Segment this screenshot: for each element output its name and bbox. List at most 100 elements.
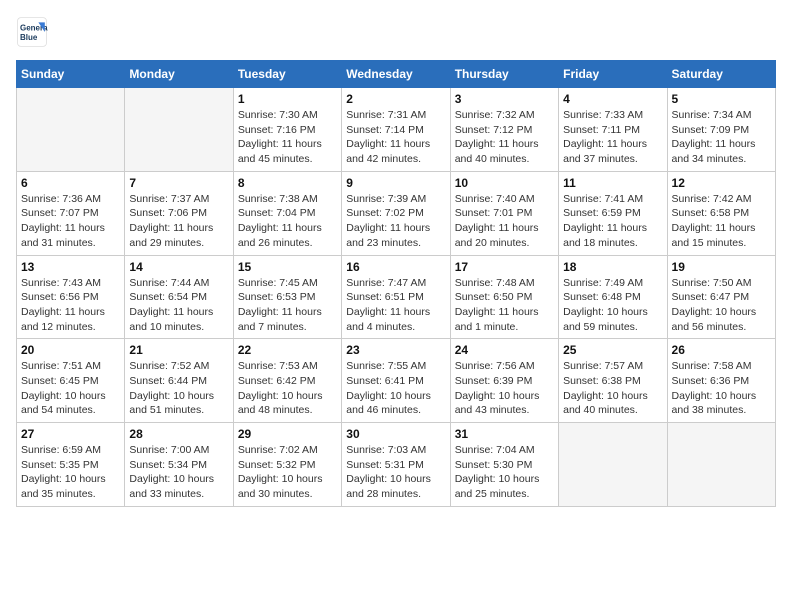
day-info: Sunrise: 7:48 AM Sunset: 6:50 PM Dayligh… [455, 276, 554, 335]
calendar-cell: 27Sunrise: 6:59 AM Sunset: 5:35 PM Dayli… [17, 423, 125, 507]
day-number: 7 [129, 176, 228, 190]
day-info: Sunrise: 7:03 AM Sunset: 5:31 PM Dayligh… [346, 443, 445, 502]
week-row-1: 1 Sunrise: 7:30 AM Sunset: 7:16 PM Daylig… [17, 88, 776, 172]
day-info: Sunrise: 7:47 AM Sunset: 6:51 PM Dayligh… [346, 276, 445, 335]
calendar-cell: 30Sunrise: 7:03 AM Sunset: 5:31 PM Dayli… [342, 423, 450, 507]
day-header-saturday: Saturday [667, 61, 775, 88]
day-info: Sunrise: 7:55 AM Sunset: 6:41 PM Dayligh… [346, 359, 445, 418]
day-number: 29 [238, 427, 337, 441]
day-number: 31 [455, 427, 554, 441]
calendar-header-row: SundayMondayTuesdayWednesdayThursdayFrid… [17, 61, 776, 88]
calendar-cell: 22 Sunrise: 7:53 AM Sunset: 6:42 PM Dayli… [233, 339, 341, 423]
day-number: 22 [238, 343, 337, 357]
calendar-cell: 17 Sunrise: 7:48 AM Sunset: 6:50 PM Dayli… [450, 255, 558, 339]
day-number: 14 [129, 260, 228, 274]
day-number: 10 [455, 176, 554, 190]
day-info: Sunrise: 7:43 AM Sunset: 6:56 PM Dayligh… [21, 276, 120, 335]
calendar-cell: 21 Sunrise: 7:52 AM Sunset: 6:44 PM Dayli… [125, 339, 233, 423]
day-number: 19 [672, 260, 771, 274]
day-number: 27 [21, 427, 120, 441]
calendar-cell: 28 Sunrise: 7:00 AM Sunset: 5:34 PM Dayli… [125, 423, 233, 507]
day-info: Sunrise: 7:31 AM Sunset: 7:14 PM Dayligh… [346, 108, 445, 167]
day-info: Sunrise: 7:39 AM Sunset: 7:02 PM Dayligh… [346, 192, 445, 251]
day-info: Sunrise: 7:33 AM Sunset: 7:11 PM Dayligh… [563, 108, 662, 167]
day-info: Sunrise: 7:32 AM Sunset: 7:12 PM Dayligh… [455, 108, 554, 167]
day-number: 6 [21, 176, 120, 190]
svg-text:Blue: Blue [20, 33, 38, 42]
calendar-cell: 5 Sunrise: 7:34 AM Sunset: 7:09 PM Daylig… [667, 88, 775, 172]
logo: General Blue [16, 16, 48, 48]
calendar-cell: 10Sunrise: 7:40 AM Sunset: 7:01 PM Dayli… [450, 171, 558, 255]
calendar-cell: 24 Sunrise: 7:56 AM Sunset: 6:39 PM Dayli… [450, 339, 558, 423]
day-info: Sunrise: 7:53 AM Sunset: 6:42 PM Dayligh… [238, 359, 337, 418]
day-info: Sunrise: 7:34 AM Sunset: 7:09 PM Dayligh… [672, 108, 771, 167]
day-header-monday: Monday [125, 61, 233, 88]
calendar-cell: 19Sunrise: 7:50 AM Sunset: 6:47 PM Dayli… [667, 255, 775, 339]
calendar-cell: 4Sunrise: 7:33 AM Sunset: 7:11 PM Daylig… [559, 88, 667, 172]
day-number: 11 [563, 176, 662, 190]
calendar-cell: 23Sunrise: 7:55 AM Sunset: 6:41 PM Dayli… [342, 339, 450, 423]
day-info: Sunrise: 7:04 AM Sunset: 5:30 PM Dayligh… [455, 443, 554, 502]
calendar-cell: 11 Sunrise: 7:41 AM Sunset: 6:59 PM Dayli… [559, 171, 667, 255]
calendar-cell: 8 Sunrise: 7:38 AM Sunset: 7:04 PM Daylig… [233, 171, 341, 255]
day-number: 12 [672, 176, 771, 190]
day-info: Sunrise: 7:56 AM Sunset: 6:39 PM Dayligh… [455, 359, 554, 418]
calendar-cell: 6 Sunrise: 7:36 AM Sunset: 7:07 PM Daylig… [17, 171, 125, 255]
calendar-cell: 29 Sunrise: 7:02 AM Sunset: 5:32 PM Dayli… [233, 423, 341, 507]
calendar-cell: 14 Sunrise: 7:44 AM Sunset: 6:54 PM Dayli… [125, 255, 233, 339]
day-info: Sunrise: 7:38 AM Sunset: 7:04 PM Dayligh… [238, 192, 337, 251]
logo-icon: General Blue [16, 16, 48, 48]
day-info: Sunrise: 7:37 AM Sunset: 7:06 PM Dayligh… [129, 192, 228, 251]
day-number: 5 [672, 92, 771, 106]
day-number: 21 [129, 343, 228, 357]
calendar-cell [125, 88, 233, 172]
day-number: 18 [563, 260, 662, 274]
calendar-cell: 16 Sunrise: 7:47 AM Sunset: 6:51 PM Dayli… [342, 255, 450, 339]
day-info: Sunrise: 7:36 AM Sunset: 7:07 PM Dayligh… [21, 192, 120, 251]
day-number: 3 [455, 92, 554, 106]
calendar-cell [17, 88, 125, 172]
calendar-cell: 9 Sunrise: 7:39 AM Sunset: 7:02 PM Daylig… [342, 171, 450, 255]
day-number: 2 [346, 92, 445, 106]
day-info: Sunrise: 7:51 AM Sunset: 6:45 PM Dayligh… [21, 359, 120, 418]
day-number: 13 [21, 260, 120, 274]
week-row-2: 6 Sunrise: 7:36 AM Sunset: 7:07 PM Daylig… [17, 171, 776, 255]
day-info: Sunrise: 7:41 AM Sunset: 6:59 PM Dayligh… [563, 192, 662, 251]
day-info: Sunrise: 7:30 AM Sunset: 7:16 PM Dayligh… [238, 108, 337, 167]
day-info: Sunrise: 7:52 AM Sunset: 6:44 PM Dayligh… [129, 359, 228, 418]
day-info: Sunrise: 7:02 AM Sunset: 5:32 PM Dayligh… [238, 443, 337, 502]
day-info: Sunrise: 7:42 AM Sunset: 6:58 PM Dayligh… [672, 192, 771, 251]
day-number: 9 [346, 176, 445, 190]
day-info: Sunrise: 7:44 AM Sunset: 6:54 PM Dayligh… [129, 276, 228, 335]
calendar-cell: 13 Sunrise: 7:43 AM Sunset: 6:56 PM Dayli… [17, 255, 125, 339]
calendar-cell: 25 Sunrise: 7:57 AM Sunset: 6:38 PM Dayli… [559, 339, 667, 423]
calendar-cell: 2 Sunrise: 7:31 AM Sunset: 7:14 PM Daylig… [342, 88, 450, 172]
calendar-cell: 18 Sunrise: 7:49 AM Sunset: 6:48 PM Dayli… [559, 255, 667, 339]
calendar-cell: 26Sunrise: 7:58 AM Sunset: 6:36 PM Dayli… [667, 339, 775, 423]
day-info: Sunrise: 7:49 AM Sunset: 6:48 PM Dayligh… [563, 276, 662, 335]
day-info: Sunrise: 7:57 AM Sunset: 6:38 PM Dayligh… [563, 359, 662, 418]
calendar-cell [667, 423, 775, 507]
calendar-table: SundayMondayTuesdayWednesdayThursdayFrid… [16, 60, 776, 507]
calendar-cell: 31 Sunrise: 7:04 AM Sunset: 5:30 PM Dayli… [450, 423, 558, 507]
calendar-cell [559, 423, 667, 507]
day-number: 24 [455, 343, 554, 357]
day-number: 16 [346, 260, 445, 274]
day-number: 25 [563, 343, 662, 357]
day-number: 1 [238, 92, 337, 106]
calendar-cell: 12 Sunrise: 7:42 AM Sunset: 6:58 PM Dayli… [667, 171, 775, 255]
day-header-sunday: Sunday [17, 61, 125, 88]
day-info: Sunrise: 7:00 AM Sunset: 5:34 PM Dayligh… [129, 443, 228, 502]
day-number: 17 [455, 260, 554, 274]
day-number: 20 [21, 343, 120, 357]
day-header-tuesday: Tuesday [233, 61, 341, 88]
day-info: Sunrise: 7:58 AM Sunset: 6:36 PM Dayligh… [672, 359, 771, 418]
week-row-3: 13 Sunrise: 7:43 AM Sunset: 6:56 PM Dayli… [17, 255, 776, 339]
calendar-cell: 1 Sunrise: 7:30 AM Sunset: 7:16 PM Daylig… [233, 88, 341, 172]
calendar-cell: 7 Sunrise: 7:37 AM Sunset: 7:06 PM Daylig… [125, 171, 233, 255]
day-number: 8 [238, 176, 337, 190]
page-header: General Blue [16, 16, 776, 48]
day-number: 28 [129, 427, 228, 441]
day-number: 15 [238, 260, 337, 274]
day-header-wednesday: Wednesday [342, 61, 450, 88]
